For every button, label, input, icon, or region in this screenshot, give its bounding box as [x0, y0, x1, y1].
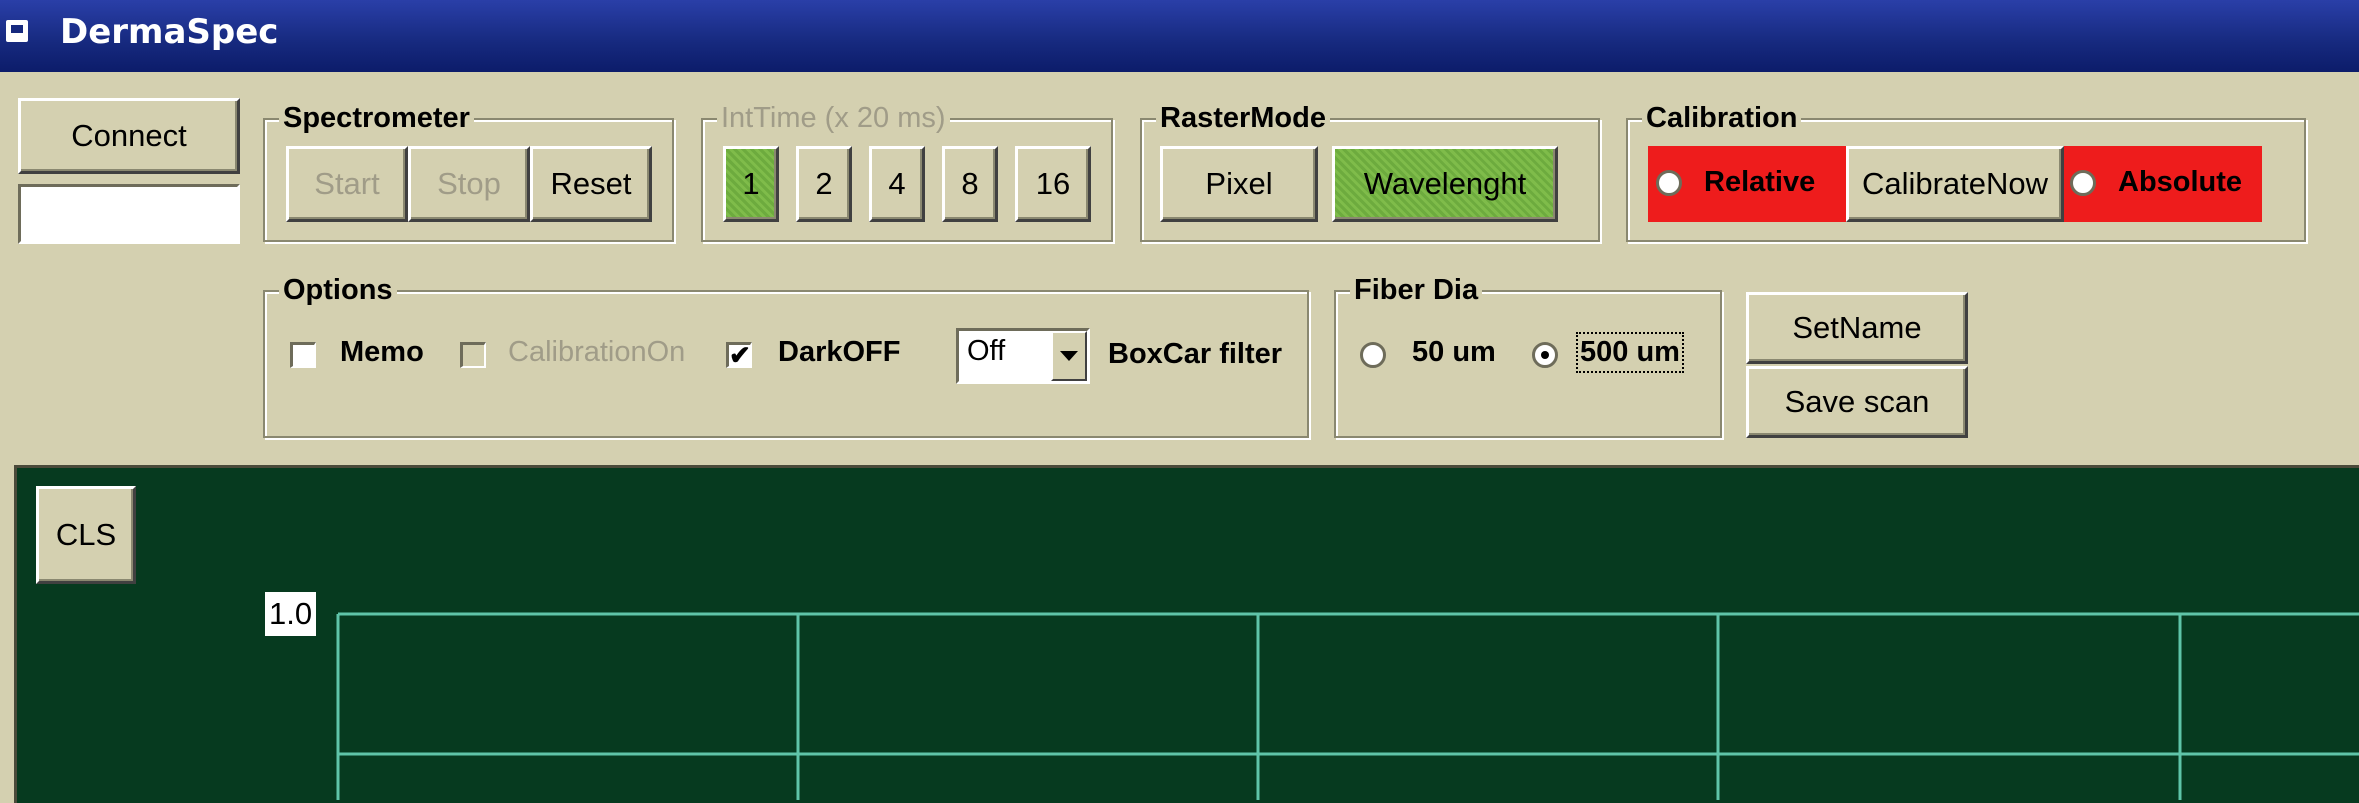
plot-grid [336, 612, 2359, 800]
cls-button[interactable]: CLS [36, 486, 136, 584]
y-axis-top-label: 1.0 [265, 592, 317, 636]
